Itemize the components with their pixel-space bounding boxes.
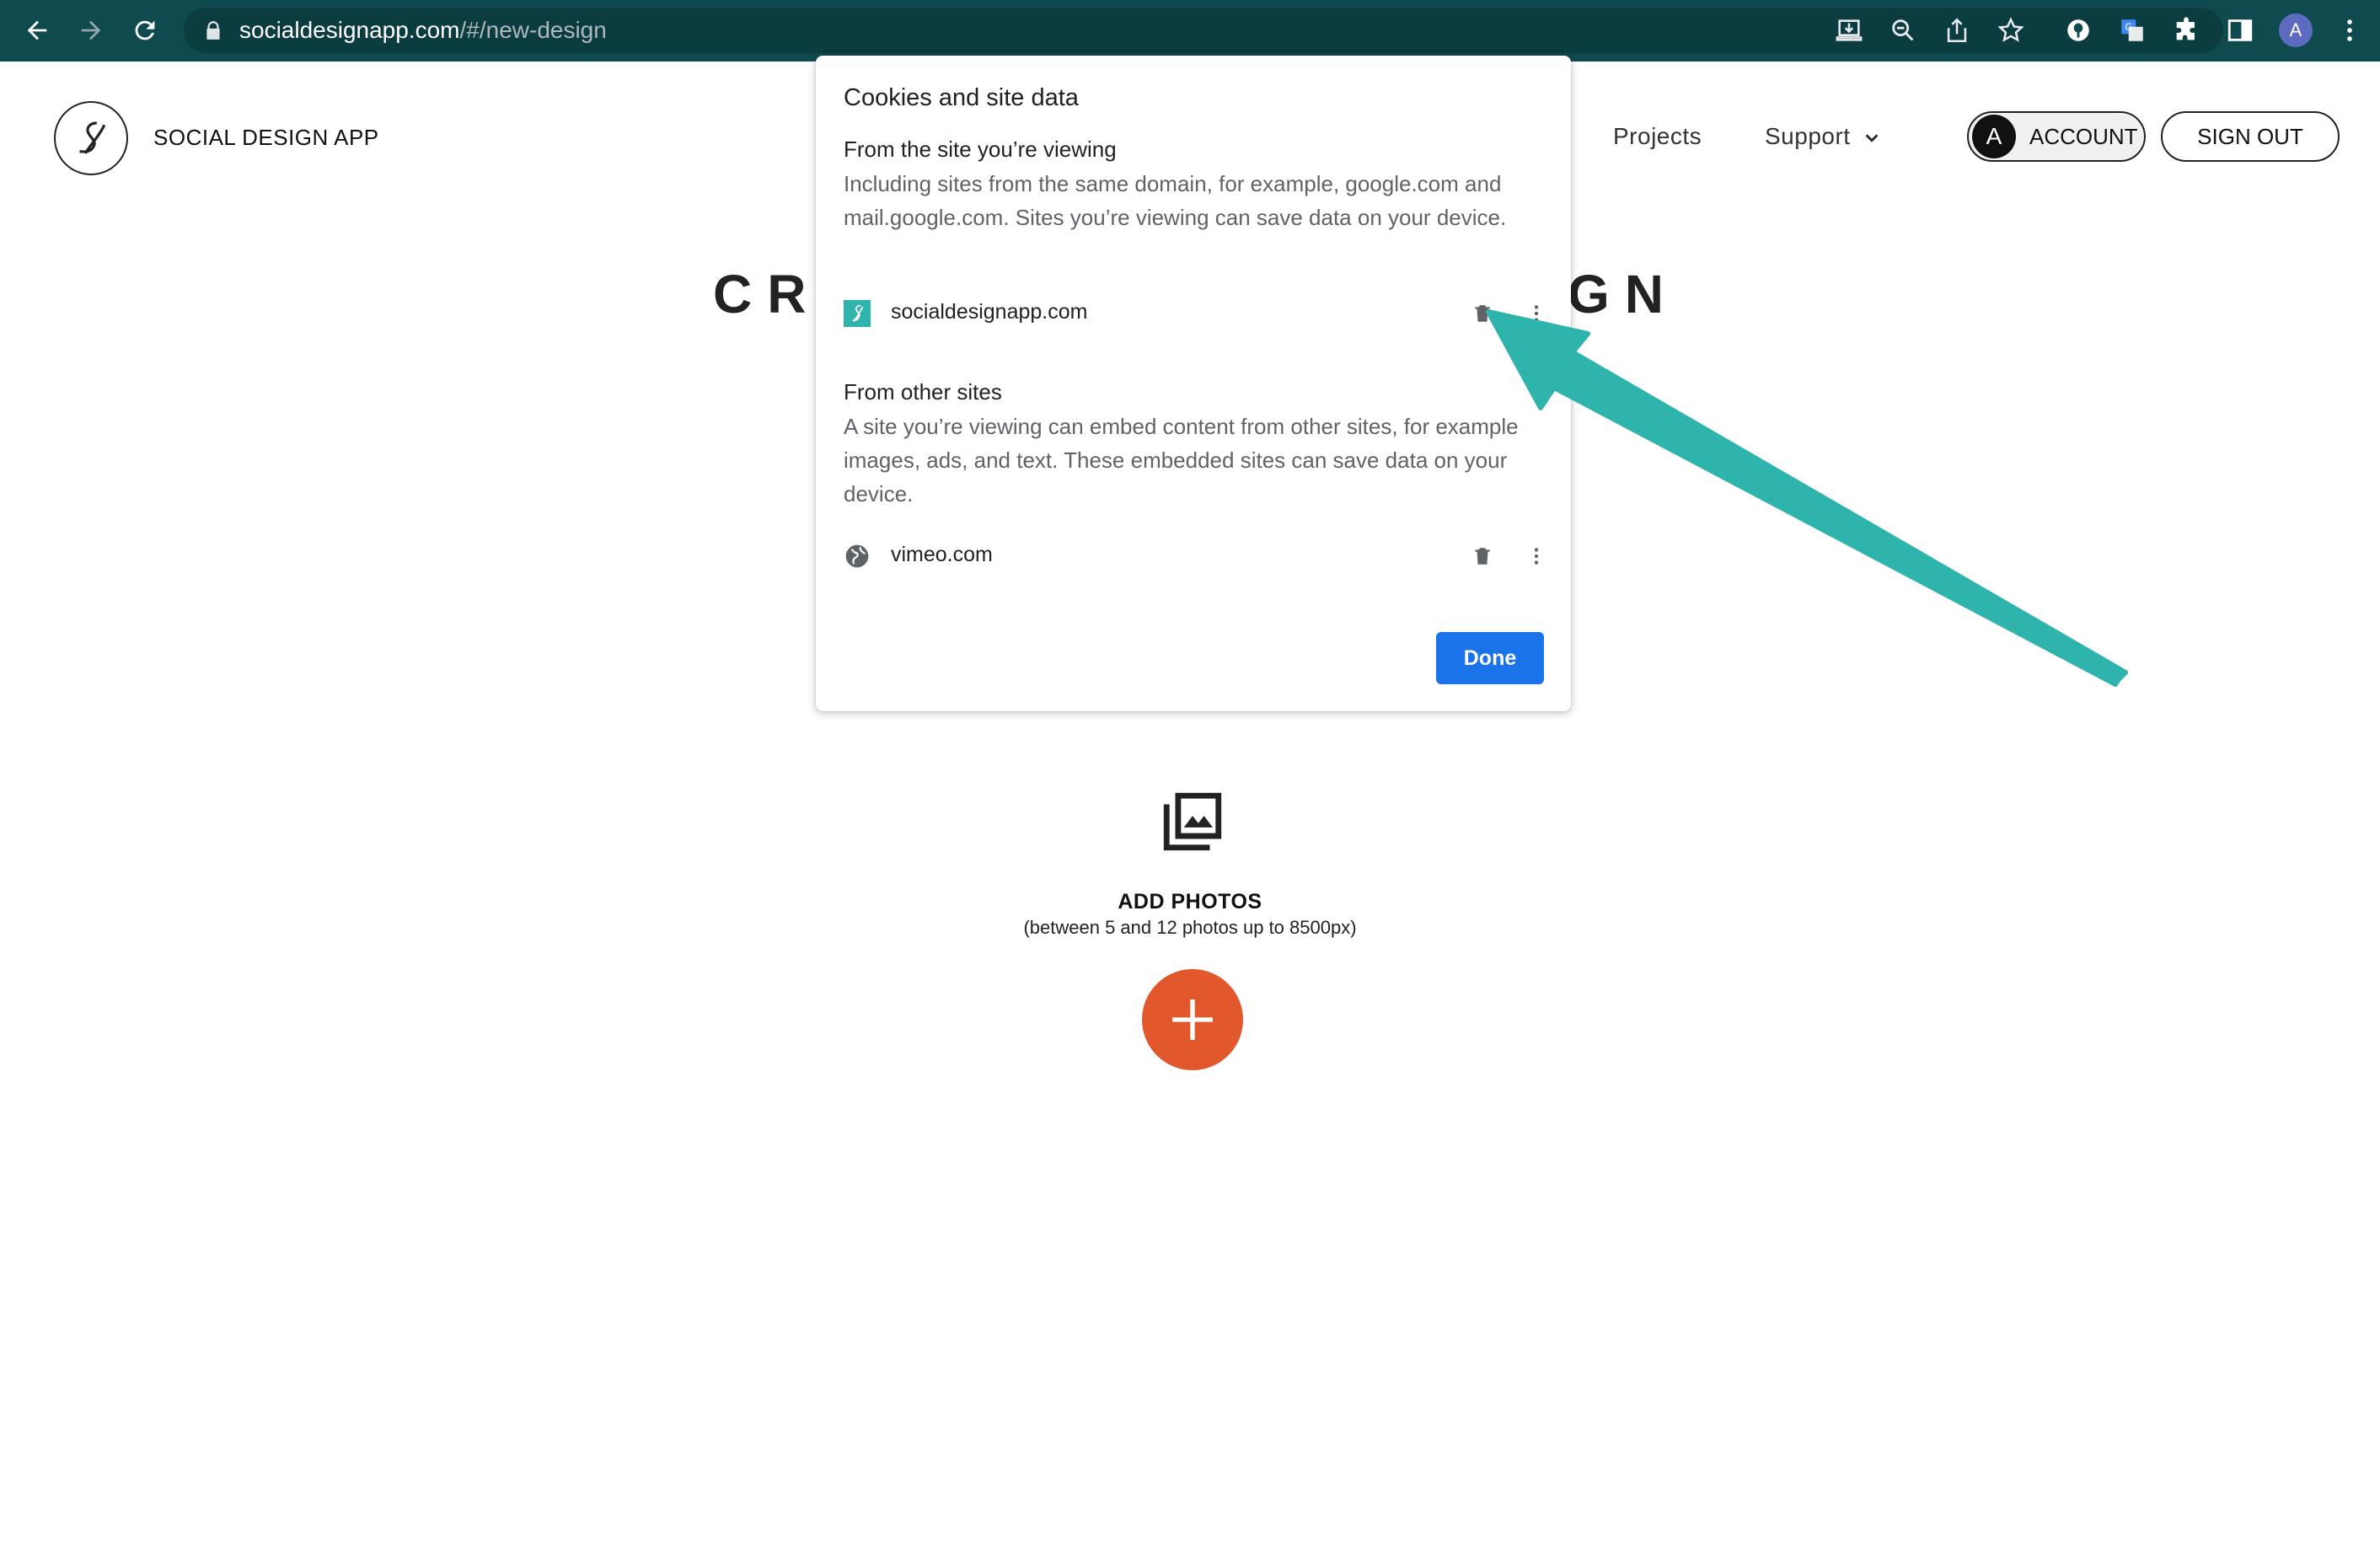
trash-icon — [1475, 305, 1490, 322]
site-row-vimeo[interactable]: vimeo.com — [844, 538, 1552, 575]
account-button[interactable]: A ACCOUNT — [1967, 111, 2146, 162]
more-vert-icon — [1534, 305, 1539, 322]
bookmark-button[interactable] — [1994, 13, 2028, 47]
section-current-site-desc: Including sites from the same domain, fo… — [844, 171, 1507, 230]
chrome-menu-button[interactable] — [2333, 13, 2367, 47]
forward-arrow-icon — [81, 20, 101, 40]
brand-name[interactable]: SOCIAL DESIGN APP — [153, 125, 379, 151]
site-more-button[interactable] — [1520, 297, 1553, 330]
nav-support[interactable]: Support — [1765, 123, 1881, 150]
reload-icon — [135, 20, 155, 40]
extensions-button[interactable] — [2169, 13, 2203, 47]
globe-icon — [845, 544, 869, 568]
side-panel-button[interactable] — [2223, 13, 2257, 47]
trash-icon — [1475, 548, 1490, 565]
share-button[interactable] — [1940, 13, 1974, 47]
section-current-site-title: From the site you’re viewing — [844, 137, 1117, 162]
back-button[interactable] — [19, 12, 56, 49]
bookmark-star-icon — [1997, 17, 2024, 42]
site-more-button[interactable] — [1520, 539, 1553, 573]
account-label: ACCOUNT — [2029, 123, 2138, 149]
plus-icon — [1172, 999, 1213, 1040]
nav-support-label: Support — [1765, 123, 1851, 149]
url-path: /#/new-design — [459, 17, 607, 43]
browser-toolbar: socialdesignapp.com/#/new-design G A — [0, 0, 2380, 62]
url-text[interactable]: socialdesignapp.com/#/new-design — [239, 16, 607, 45]
extensions-icon — [2176, 17, 2195, 40]
share-icon — [1947, 18, 1967, 43]
forward-button[interactable] — [72, 12, 110, 49]
logo-mark-icon — [79, 121, 106, 154]
side-panel-icon — [2227, 19, 2253, 41]
back-arrow-icon — [27, 20, 47, 40]
translate-icon: G — [2121, 19, 2143, 41]
done-button[interactable]: Done — [1436, 632, 1544, 684]
add-photos-button[interactable] — [1142, 969, 1243, 1070]
chevron-down-icon — [1865, 133, 1879, 142]
install-icon — [1836, 19, 1863, 41]
section-other-sites-title: From other sites — [844, 379, 1002, 404]
svg-text:G: G — [2125, 21, 2133, 33]
menu-kebab-icon — [2347, 19, 2352, 41]
site-logo[interactable] — [54, 101, 128, 175]
photos-icon — [1163, 792, 1222, 851]
password-manager-icon — [2067, 19, 2089, 41]
url-host: socialdesignapp.com — [239, 17, 460, 43]
delete-site-data-button[interactable] — [1466, 539, 1499, 573]
profile-avatar[interactable]: A — [2279, 13, 2313, 47]
site-name: vimeo.com — [891, 543, 993, 566]
password-manager-button[interactable] — [2061, 13, 2095, 47]
translate-button[interactable]: G — [2115, 13, 2149, 47]
page-title-right: GN — [1568, 264, 1679, 324]
lock-icon — [206, 21, 220, 40]
nav-projects[interactable]: Projects — [1613, 123, 1702, 150]
sign-out-button[interactable]: SIGN OUT — [2161, 111, 2340, 162]
install-button[interactable] — [1832, 13, 1866, 47]
account-avatar: A — [1972, 115, 2016, 158]
site-favicon-icon — [844, 300, 871, 327]
section-other-sites-desc: A site you’re viewing can embed content … — [844, 414, 1519, 506]
delete-site-data-button[interactable] — [1466, 297, 1499, 330]
zoom-icon — [1892, 19, 1914, 41]
more-vert-icon — [1534, 548, 1539, 565]
add-photos-subtitle: (between 5 and 12 photos up to 8500px) — [1023, 917, 1357, 938]
add-photos-title: ADD PHOTOS — [1118, 890, 1262, 913]
reload-button[interactable] — [126, 12, 163, 49]
site-name: socialdesignapp.com — [891, 300, 1088, 324]
page-title-left: CR — [713, 264, 822, 324]
dialog-title: Cookies and site data — [844, 84, 1079, 111]
site-row-socialdesignapp[interactable]: socialdesignapp.com — [844, 295, 1552, 332]
zoom-button[interactable] — [1886, 13, 1920, 47]
cookies-dialog: Cookies and site data From the site you’… — [816, 56, 1571, 711]
